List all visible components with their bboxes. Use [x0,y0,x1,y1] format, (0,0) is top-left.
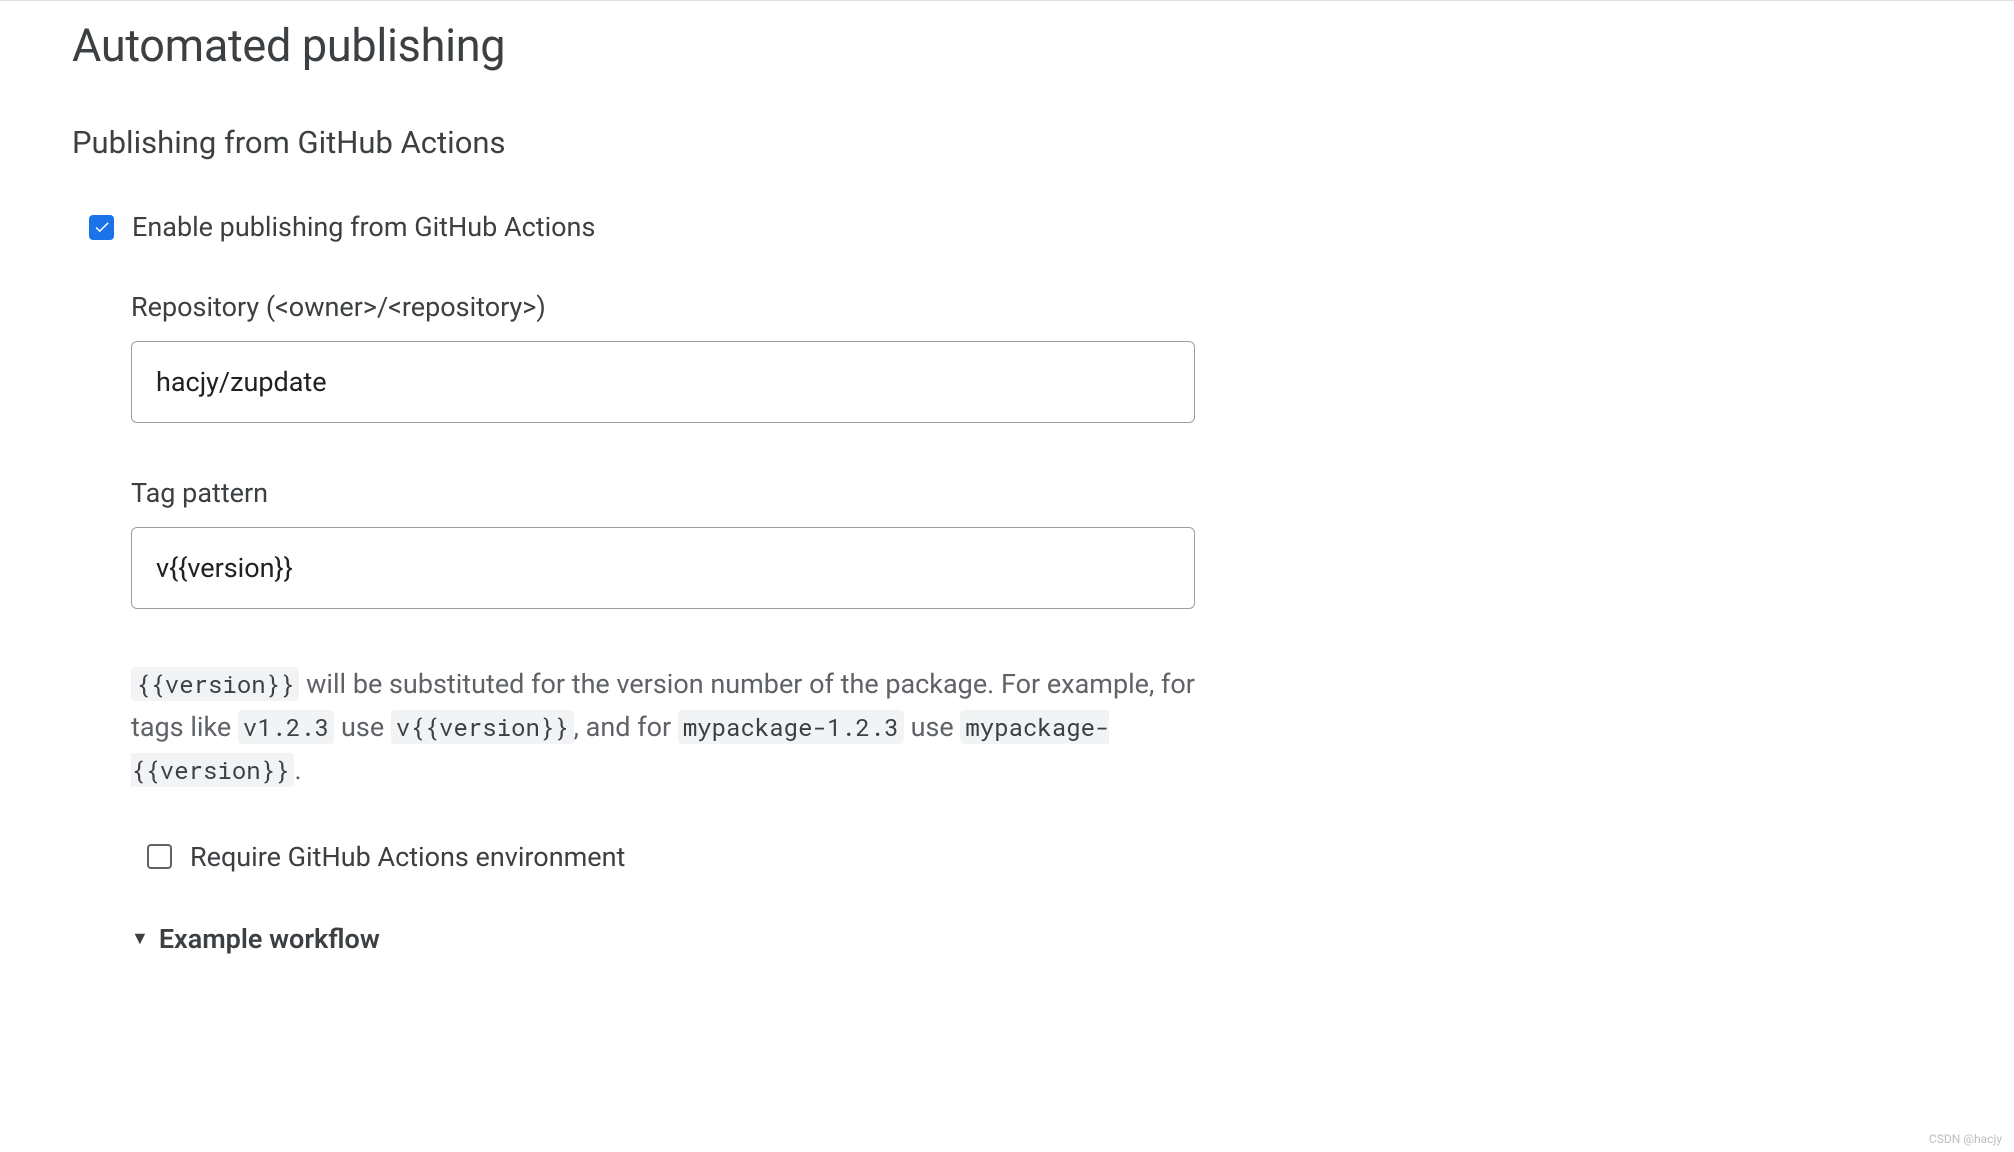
code-example-3: mypackage-1.2.3 [678,710,904,744]
example-workflow-label: Example workflow [159,923,380,955]
page-title: Automated publishing [72,19,1400,72]
require-env-label: Require GitHub Actions environment [190,841,625,873]
code-example-2: v{{version}} [391,710,574,744]
repository-label: Repository (<owner>/<repository>) [131,291,1400,323]
check-icon [93,218,111,236]
help-text-segment: use [904,711,961,743]
enable-publishing-checkbox[interactable] [89,215,114,240]
require-env-checkbox[interactable] [147,844,172,869]
tag-pattern-input[interactable] [131,527,1195,609]
enable-publishing-label: Enable publishing from GitHub Actions [132,211,595,243]
enable-publishing-row[interactable]: Enable publishing from GitHub Actions [89,211,1400,243]
require-env-row[interactable]: Require GitHub Actions environment [147,841,1400,873]
help-text-segment: . [294,754,301,786]
tag-pattern-label: Tag pattern [131,477,1400,509]
help-text-segment: use [334,711,391,743]
code-version-token: {{version}} [131,667,299,701]
example-workflow-toggle[interactable]: ▼ Example workflow [131,923,1400,955]
code-example-1: v1.2.3 [238,710,334,744]
section-title: Publishing from GitHub Actions [72,124,1400,161]
watermark: CSDN @hacjy [1929,1132,2002,1146]
repository-input[interactable] [131,341,1195,423]
triangle-down-icon: ▼ [131,928,149,949]
tag-pattern-help: {{version}} will be substituted for the … [131,663,1195,793]
help-text-segment: , and for [574,711,678,743]
